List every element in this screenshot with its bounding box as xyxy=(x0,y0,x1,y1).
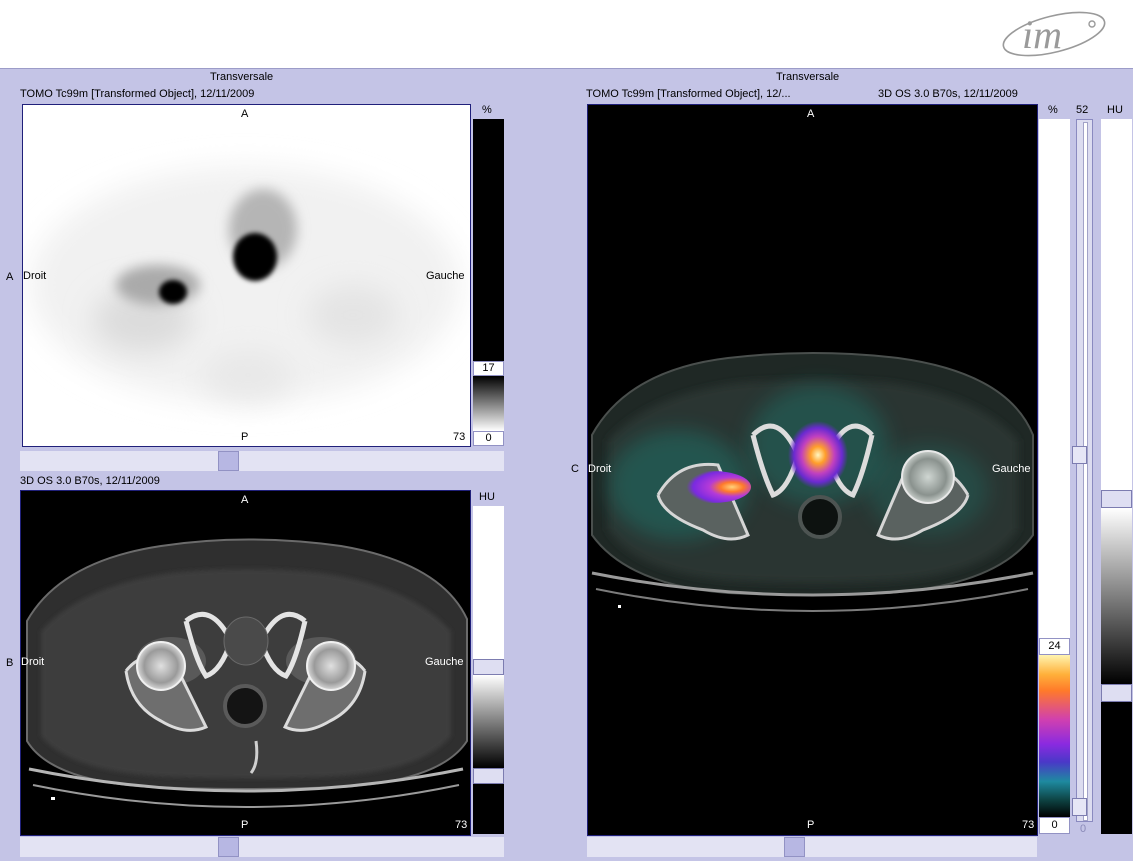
ct-right-orientation: Gauche xyxy=(425,656,464,668)
fusion-pct-colorbar-top xyxy=(1039,119,1070,638)
spect-scale-max[interactable]: 17 xyxy=(473,361,504,376)
fusion-slice-scrollbar[interactable] xyxy=(587,837,1037,857)
fusion-blend-max-label: 52 xyxy=(1076,104,1089,116)
ct-top-orientation: A xyxy=(241,494,249,506)
fusion-row-label: C xyxy=(571,463,579,475)
fusion-pct-unit: % xyxy=(1048,104,1058,116)
fusion-hu-min-handle[interactable] xyxy=(1101,684,1132,702)
spect-bottom-orientation: P xyxy=(241,431,249,443)
spect-image xyxy=(30,167,460,403)
fusion-top-orientation: A xyxy=(807,108,815,120)
spect-viewport[interactable]: A P Droit Gauche 73 xyxy=(22,104,471,447)
fusion-pct-colorbar-gradient xyxy=(1039,655,1070,817)
fusion-blend-handle[interactable] xyxy=(1072,446,1087,464)
ct-bottom-orientation: P xyxy=(241,819,249,831)
spect-right-orientation: Gauche xyxy=(426,270,465,282)
svg-text:im: im xyxy=(1022,12,1062,57)
fusion-caption-spect: TOMO Tc99m [Transformed Object], 12/... xyxy=(586,88,791,100)
ct-left-orientation: Droit xyxy=(21,656,45,668)
ct-scale-unit: HU xyxy=(479,491,495,503)
spect-scale-min[interactable]: 0 xyxy=(473,431,504,446)
ct-colorbar-gradient xyxy=(473,675,504,768)
fusion-blend-min-label: 0 xyxy=(1080,823,1087,835)
fusion-image xyxy=(591,352,1034,612)
fusion-scroll-thumb[interactable] xyxy=(784,837,805,857)
spect-top-orientation: A xyxy=(241,108,249,120)
fusion-pct-max[interactable]: 24 xyxy=(1039,638,1070,655)
fusion-hu-max-handle[interactable] xyxy=(1101,490,1132,508)
fusion-orientation-label: Transversale xyxy=(776,71,840,83)
fusion-slice-number: 73 xyxy=(1022,819,1035,831)
spect-slice-scrollbar[interactable] xyxy=(20,451,504,471)
fusion-right-orientation: Gauche xyxy=(992,463,1031,475)
spect-row-label: A xyxy=(6,271,14,283)
app-header: im xyxy=(0,0,1133,69)
ct-window-max-handle[interactable] xyxy=(473,659,504,675)
im-logo: im xyxy=(1002,11,1106,57)
fusion-pct-min[interactable]: 0 xyxy=(1039,817,1070,834)
fusion-blend-slider[interactable] xyxy=(1072,119,1093,822)
ct-caption: 3D OS 3.0 B70s, 12/11/2009 xyxy=(20,475,160,487)
ct-slice-number: 73 xyxy=(455,819,468,831)
spect-colorbar-gradient xyxy=(473,376,504,431)
fusion-blend-low-handle[interactable] xyxy=(1072,798,1087,816)
ct-image xyxy=(26,538,468,808)
fusion-hu-colorbar-top xyxy=(1101,119,1132,490)
fusion-hu-colorbar-bottom xyxy=(1101,702,1132,834)
ct-colorbar-top xyxy=(473,506,504,660)
ct-scroll-thumb[interactable] xyxy=(218,837,239,857)
fusion-viewport[interactable]: A P Droit Gauche 73 xyxy=(587,104,1038,836)
spect-scale-unit: % xyxy=(482,104,492,116)
spect-orientation-label: Transversale xyxy=(210,71,274,83)
ct-window-min-handle[interactable] xyxy=(473,768,504,784)
ct-slice-scrollbar[interactable] xyxy=(20,837,504,857)
spect-colorbar-window xyxy=(473,119,504,361)
spect-slice-number: 73 xyxy=(453,431,466,443)
ct-row-label: B xyxy=(6,657,14,669)
spect-left-orientation: Droit xyxy=(23,270,47,282)
fusion-caption-ct: 3D OS 3.0 B70s, 12/11/2009 xyxy=(878,88,1018,100)
fusion-hu-unit: HU xyxy=(1107,104,1123,116)
fusion-hu-colorbar-gradient xyxy=(1101,508,1132,684)
spect-scroll-thumb[interactable] xyxy=(218,451,239,471)
ct-colorbar-bottom xyxy=(473,784,504,834)
fusion-bottom-orientation: P xyxy=(807,819,815,831)
spect-caption: TOMO Tc99m [Transformed Object], 12/11/2… xyxy=(20,88,255,100)
fusion-blend-slider-track xyxy=(1083,122,1088,821)
ct-viewport[interactable]: A P Droit Gauche 73 xyxy=(20,490,471,836)
fusion-left-orientation: Droit xyxy=(588,463,612,475)
